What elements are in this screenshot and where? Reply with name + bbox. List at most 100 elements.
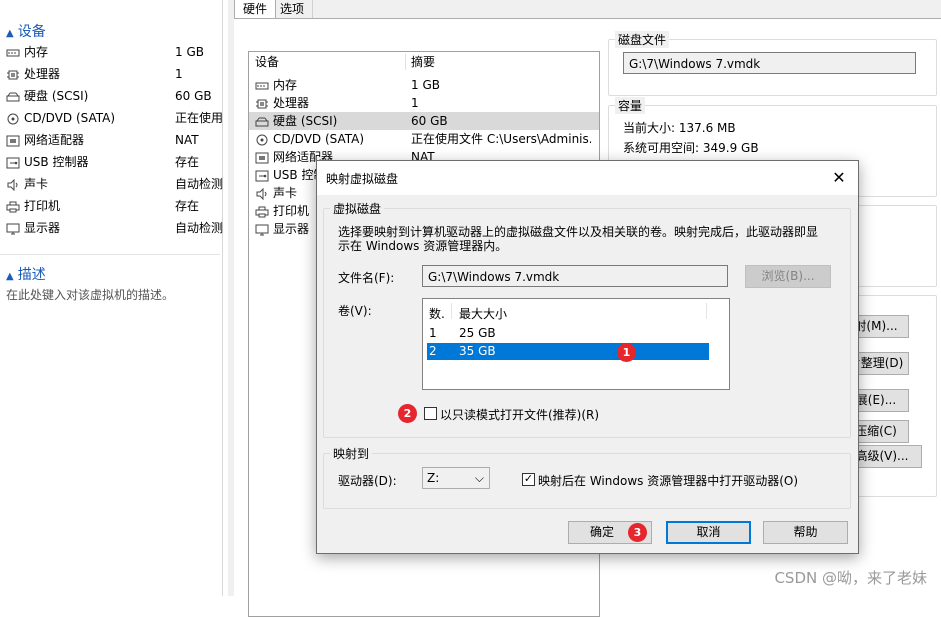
column-header-device[interactable]: 设备 xyxy=(255,52,279,72)
volume-label: 卷(V): xyxy=(338,304,372,318)
device-name: 硬盘 (SCSI) xyxy=(24,89,89,103)
speaker-icon xyxy=(255,187,269,200)
browse-button[interactable]: 浏览(B)... xyxy=(745,265,831,288)
disk-file-group: 磁盘文件 G:\7\Windows 7.vmdk xyxy=(608,31,937,96)
volume-size: 25 GB xyxy=(459,326,496,340)
annotation-badge-2: 2 xyxy=(398,404,417,423)
usb-icon xyxy=(255,170,269,182)
close-icon[interactable]: ✕ xyxy=(828,167,850,189)
volume-size: 35 GB xyxy=(459,344,496,358)
device-summary-row[interactable]: 显示器 自动检测 xyxy=(6,217,223,239)
device-value: NAT xyxy=(175,133,199,147)
monitor-icon xyxy=(255,224,269,236)
drive-select[interactable]: Z: ⌵ xyxy=(422,467,490,489)
vol-header-size[interactable]: 最大大小 xyxy=(459,305,507,322)
network-icon xyxy=(255,152,269,164)
device-summary-row[interactable]: 硬盘 (SCSI) 60 GB xyxy=(6,85,220,107)
volume-list[interactable]: 数. 最大大小 1 25 GB 2 35 GB xyxy=(422,298,730,390)
open-explorer-label[interactable]: 映射后在 Windows 资源管理器中打开驱动器(O) xyxy=(538,472,798,489)
description-section-header[interactable]: ▲ 描述 xyxy=(6,264,46,284)
map-virtual-disk-dialog: 映射虚拟磁盘 ✕ 虚拟磁盘 选择要映射到计算机驱动器上的虚拟磁盘文件以及相关联的… xyxy=(316,160,859,554)
hard-disk-icon xyxy=(255,116,269,128)
volume-number: 1 xyxy=(429,326,437,340)
tab-hardware[interactable]: 硬件 xyxy=(234,0,277,18)
hardware-name: 显示器 xyxy=(273,222,310,236)
hardware-name: 声卡 xyxy=(273,186,298,200)
volume-number: 2 xyxy=(429,344,437,358)
open-explorer-checkbox[interactable]: ✓ xyxy=(522,473,535,486)
system-free-text: 系统可用空间: 349.9 GB xyxy=(623,141,759,155)
dialog-title: 映射虚拟磁盘 xyxy=(326,172,399,186)
current-size-text: 当前大小: 137.6 MB xyxy=(623,121,736,135)
tab-options[interactable]: 选项 xyxy=(272,0,314,18)
dialog-titlebar[interactable]: 映射虚拟磁盘 ✕ xyxy=(317,161,858,195)
annotation-badge-3: 3 xyxy=(628,523,647,542)
watermark: CSDN @呦，来了老妹 xyxy=(774,569,927,587)
device-value: 1 GB xyxy=(175,45,204,59)
device-summary-row[interactable]: 处理器 1 xyxy=(6,63,220,85)
device-name: 网络适配器 xyxy=(24,133,85,147)
hardware-summary: 60 GB xyxy=(411,114,448,128)
device-name: 处理器 xyxy=(24,67,61,81)
hardware-row[interactable]: 硬盘 (SCSI) 60 GB xyxy=(249,112,599,130)
device-summary-row[interactable]: USB 控制器 存在 xyxy=(6,151,220,173)
device-name: 打印机 xyxy=(24,199,61,213)
filename-label: 文件名(F): xyxy=(338,271,395,285)
hardware-row[interactable]: 处理器 1 xyxy=(249,94,599,112)
devices-title: 设备 xyxy=(17,24,46,40)
hardware-row[interactable]: CD/DVD (SATA) 正在使用文件 C:\Users\Adminis... xyxy=(249,130,599,148)
device-summary-row[interactable]: 网络适配器 NAT xyxy=(6,129,220,151)
speaker-icon xyxy=(6,178,20,191)
virtual-disk-group: 虚拟磁盘 选择要映射到计算机驱动器上的虚拟磁盘文件以及相关联的卷。映射完成后，此… xyxy=(323,200,851,438)
description-title: 描述 xyxy=(17,267,46,283)
monitor-icon xyxy=(6,223,20,235)
device-summary-row[interactable]: 内存 1 GB xyxy=(6,41,220,63)
device-summary-row[interactable]: CD/DVD (SATA) 正在使用 xyxy=(6,107,223,129)
hardware-row[interactable]: 内存 1 GB xyxy=(249,76,599,94)
volume-row[interactable]: 2 35 GB xyxy=(427,343,709,360)
device-name: USB 控制器 xyxy=(24,155,89,169)
cd-icon xyxy=(6,113,20,125)
hard-disk-icon xyxy=(6,91,20,103)
cancel-button[interactable]: 取消 xyxy=(666,521,751,544)
device-value: 正在使用 xyxy=(175,111,224,125)
device-value: 1 xyxy=(175,67,183,81)
network-icon xyxy=(6,135,20,147)
annotation-badge-1: 1 xyxy=(617,343,636,362)
map-to-group-title: 映射到 xyxy=(330,445,373,462)
collapse-arrow-icon[interactable]: ▲ xyxy=(6,28,14,39)
capacity-title: 容量 xyxy=(615,97,646,114)
cpu-icon xyxy=(6,69,20,81)
collapse-arrow-icon[interactable]: ▲ xyxy=(6,271,14,282)
readonly-checkbox[interactable] xyxy=(424,407,437,420)
filename-field[interactable]: G:\7\Windows 7.vmdk xyxy=(422,265,728,287)
device-value: 存在 xyxy=(175,155,200,169)
description-input[interactable]: 在此处键入对该虚拟机的描述。 xyxy=(6,286,174,303)
cd-icon xyxy=(255,134,269,146)
memory-icon xyxy=(255,80,269,92)
help-button[interactable]: 帮助 xyxy=(763,521,848,544)
device-name: 内存 xyxy=(24,45,49,59)
device-name: 声卡 xyxy=(24,177,49,191)
printer-icon xyxy=(255,206,269,218)
drive-select-value: Z: xyxy=(427,471,440,485)
column-header-summary[interactable]: 摘要 xyxy=(411,52,435,72)
cpu-icon xyxy=(255,98,269,110)
chevron-down-icon: ⌵ xyxy=(474,471,484,485)
device-summary-row[interactable]: 声卡 自动检测 xyxy=(6,173,223,195)
device-value: 存在 xyxy=(175,199,200,213)
hardware-name: 硬盘 (SCSI) xyxy=(273,114,338,128)
instructions-line-2: 示在 Windows 资源管理器内。 xyxy=(338,239,508,253)
device-name: CD/DVD (SATA) xyxy=(24,111,116,125)
device-summary-row[interactable]: 打印机 存在 xyxy=(6,195,220,217)
device-name: 显示器 xyxy=(24,221,61,235)
volume-row[interactable]: 1 25 GB xyxy=(427,325,709,342)
hardware-name: 内存 xyxy=(273,78,298,92)
disk-file-field[interactable]: G:\7\Windows 7.vmdk xyxy=(623,52,916,74)
hardware-name: 打印机 xyxy=(273,204,310,218)
readonly-label[interactable]: 以只读模式打开文件(推荐)(R) xyxy=(440,406,599,423)
map-to-group: 映射到 驱动器(D): Z: ⌵ ✓ 映射后在 Windows 资源管理器中打开… xyxy=(323,445,851,509)
disk-file-title: 磁盘文件 xyxy=(615,31,670,48)
vol-header-num[interactable]: 数. xyxy=(429,305,445,322)
devices-section-header[interactable]: ▲ 设备 xyxy=(6,21,46,41)
